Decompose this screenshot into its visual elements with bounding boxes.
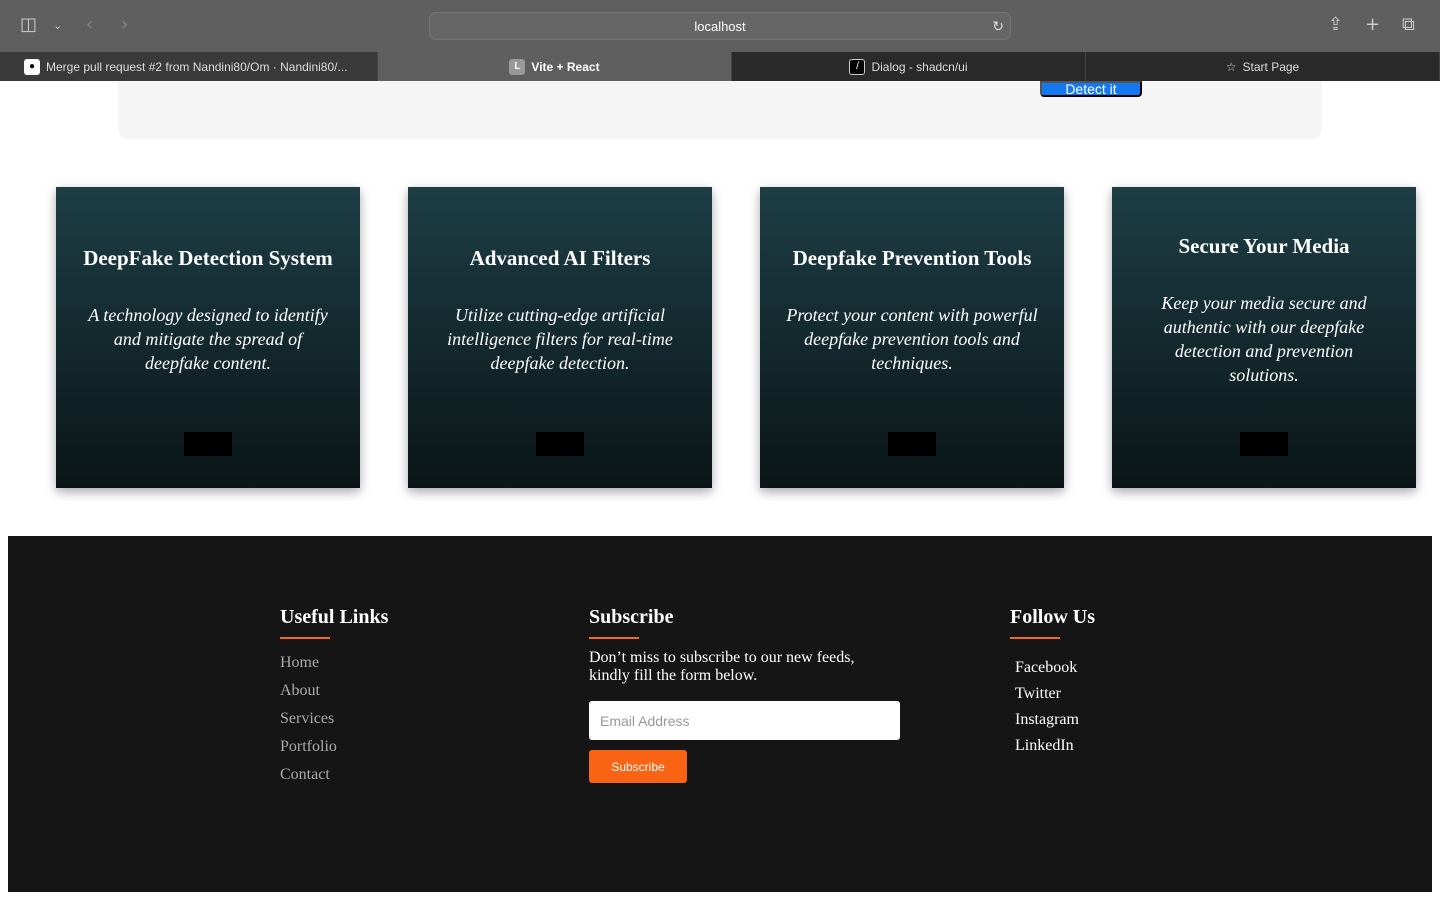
footer: Useful Links Home About Services Portfol… xyxy=(8,536,1432,892)
subscribe-section: Subscribe Don’t miss to subscribe to our… xyxy=(589,606,900,783)
card-button[interactable] xyxy=(888,432,936,456)
tab-dialog[interactable]: / Dialog - shadcn/ui xyxy=(732,52,1086,81)
share-icon[interactable]: ⇪ xyxy=(1328,14,1343,35)
useful-links-title: Useful Links xyxy=(280,606,389,628)
instagram-link[interactable]: Instagram xyxy=(1010,707,1095,733)
footer-link-home[interactable]: Home xyxy=(280,649,388,677)
subscribe-text: Don’t miss to subscribe to our new feeds… xyxy=(589,649,855,684)
shadcn-icon: / xyxy=(849,58,866,75)
tab-label: Vite + React xyxy=(531,59,600,74)
tab-start-page[interactable]: ☆ Start Page xyxy=(1086,52,1440,81)
card-title: DeepFake Detection System xyxy=(83,245,333,270)
linkedin-link[interactable]: LinkedIn xyxy=(1010,733,1095,759)
footer-link-about[interactable]: About xyxy=(280,677,388,705)
tab-label: Dialog - shadcn/ui xyxy=(871,59,968,74)
tab-label: Merge pull request #2 from Nandini80/Om … xyxy=(46,59,348,74)
card-button[interactable] xyxy=(184,432,232,456)
url-text: localhost xyxy=(694,19,746,34)
follow-us: Follow Us Facebook Twitter Instagram Lin… xyxy=(1010,606,1095,759)
subscribe-button[interactable]: Subscribe xyxy=(589,750,687,783)
card-text: Keep your media secure and authentic wit… xyxy=(1161,292,1367,385)
card-button[interactable] xyxy=(1240,432,1288,456)
new-tab-icon[interactable]: + xyxy=(1365,14,1380,35)
card-text: Utilize cutting-edge artificial intellig… xyxy=(447,304,673,373)
title-underline xyxy=(280,637,330,639)
sidebar-toggle-icon[interactable]: ◫ xyxy=(20,14,37,35)
tab-vite-react[interactable]: L Vite + React xyxy=(378,52,732,81)
card-button[interactable] xyxy=(536,432,584,456)
reload-icon[interactable]: ↻ xyxy=(992,13,1004,40)
facebook-link[interactable]: Facebook xyxy=(1010,655,1095,681)
tab-favicon: L xyxy=(509,58,526,75)
back-icon[interactable]: ‹ xyxy=(86,14,93,35)
card-title: Advanced AI Filters xyxy=(469,245,651,270)
feature-card: DeepFake Detection System A technology de… xyxy=(56,187,360,488)
browser-toolbar: ◫ ⌄ ‹ › localhost ↻ ⇪ + ⧉ xyxy=(0,0,1440,52)
feature-card: Secure Your Media Keep your media secure … xyxy=(1112,187,1416,488)
tab-label: Start Page xyxy=(1242,59,1300,74)
tab-bar: ● Merge pull request #2 from Nandini80/Om… xyxy=(0,52,1440,81)
github-icon: ● xyxy=(24,58,40,75)
feature-card: Deepfake Prevention Tools Protect your co… xyxy=(760,187,1064,488)
useful-links: Useful Links Home About Services Portfol… xyxy=(280,606,388,789)
follow-us-title: Follow Us xyxy=(1010,606,1095,628)
tab-github[interactable]: ● Merge pull request #2 from Nandini80/Om… xyxy=(0,52,378,81)
card-title: Secure Your Media xyxy=(1178,233,1350,258)
subscribe-title: Subscribe xyxy=(589,606,674,628)
footer-link-portfolio[interactable]: Portfolio xyxy=(280,733,388,761)
address-bar[interactable]: localhost ↻ xyxy=(429,12,1011,40)
star-icon: ☆ xyxy=(1225,59,1237,74)
feature-card: Advanced AI Filters Utilize cutting-edge … xyxy=(408,187,712,488)
email-input[interactable] xyxy=(589,701,900,740)
forward-icon[interactable]: › xyxy=(121,14,128,35)
footer-link-services[interactable]: Services xyxy=(280,705,388,733)
card-text: A technology designed to identify and mi… xyxy=(88,304,328,373)
title-underline xyxy=(589,637,639,639)
card-title: Deepfake Prevention Tools xyxy=(792,245,1032,270)
footer-link-contact[interactable]: Contact xyxy=(280,761,388,789)
chevron-down-icon[interactable]: ⌄ xyxy=(53,19,62,32)
twitter-link[interactable]: Twitter xyxy=(1010,681,1095,707)
title-underline xyxy=(1010,637,1060,639)
card-text: Protect your content with powerful deepf… xyxy=(786,304,1038,373)
detect-button[interactable]: Detect it xyxy=(1040,81,1142,97)
tab-overview-icon[interactable]: ⧉ xyxy=(1402,14,1415,35)
